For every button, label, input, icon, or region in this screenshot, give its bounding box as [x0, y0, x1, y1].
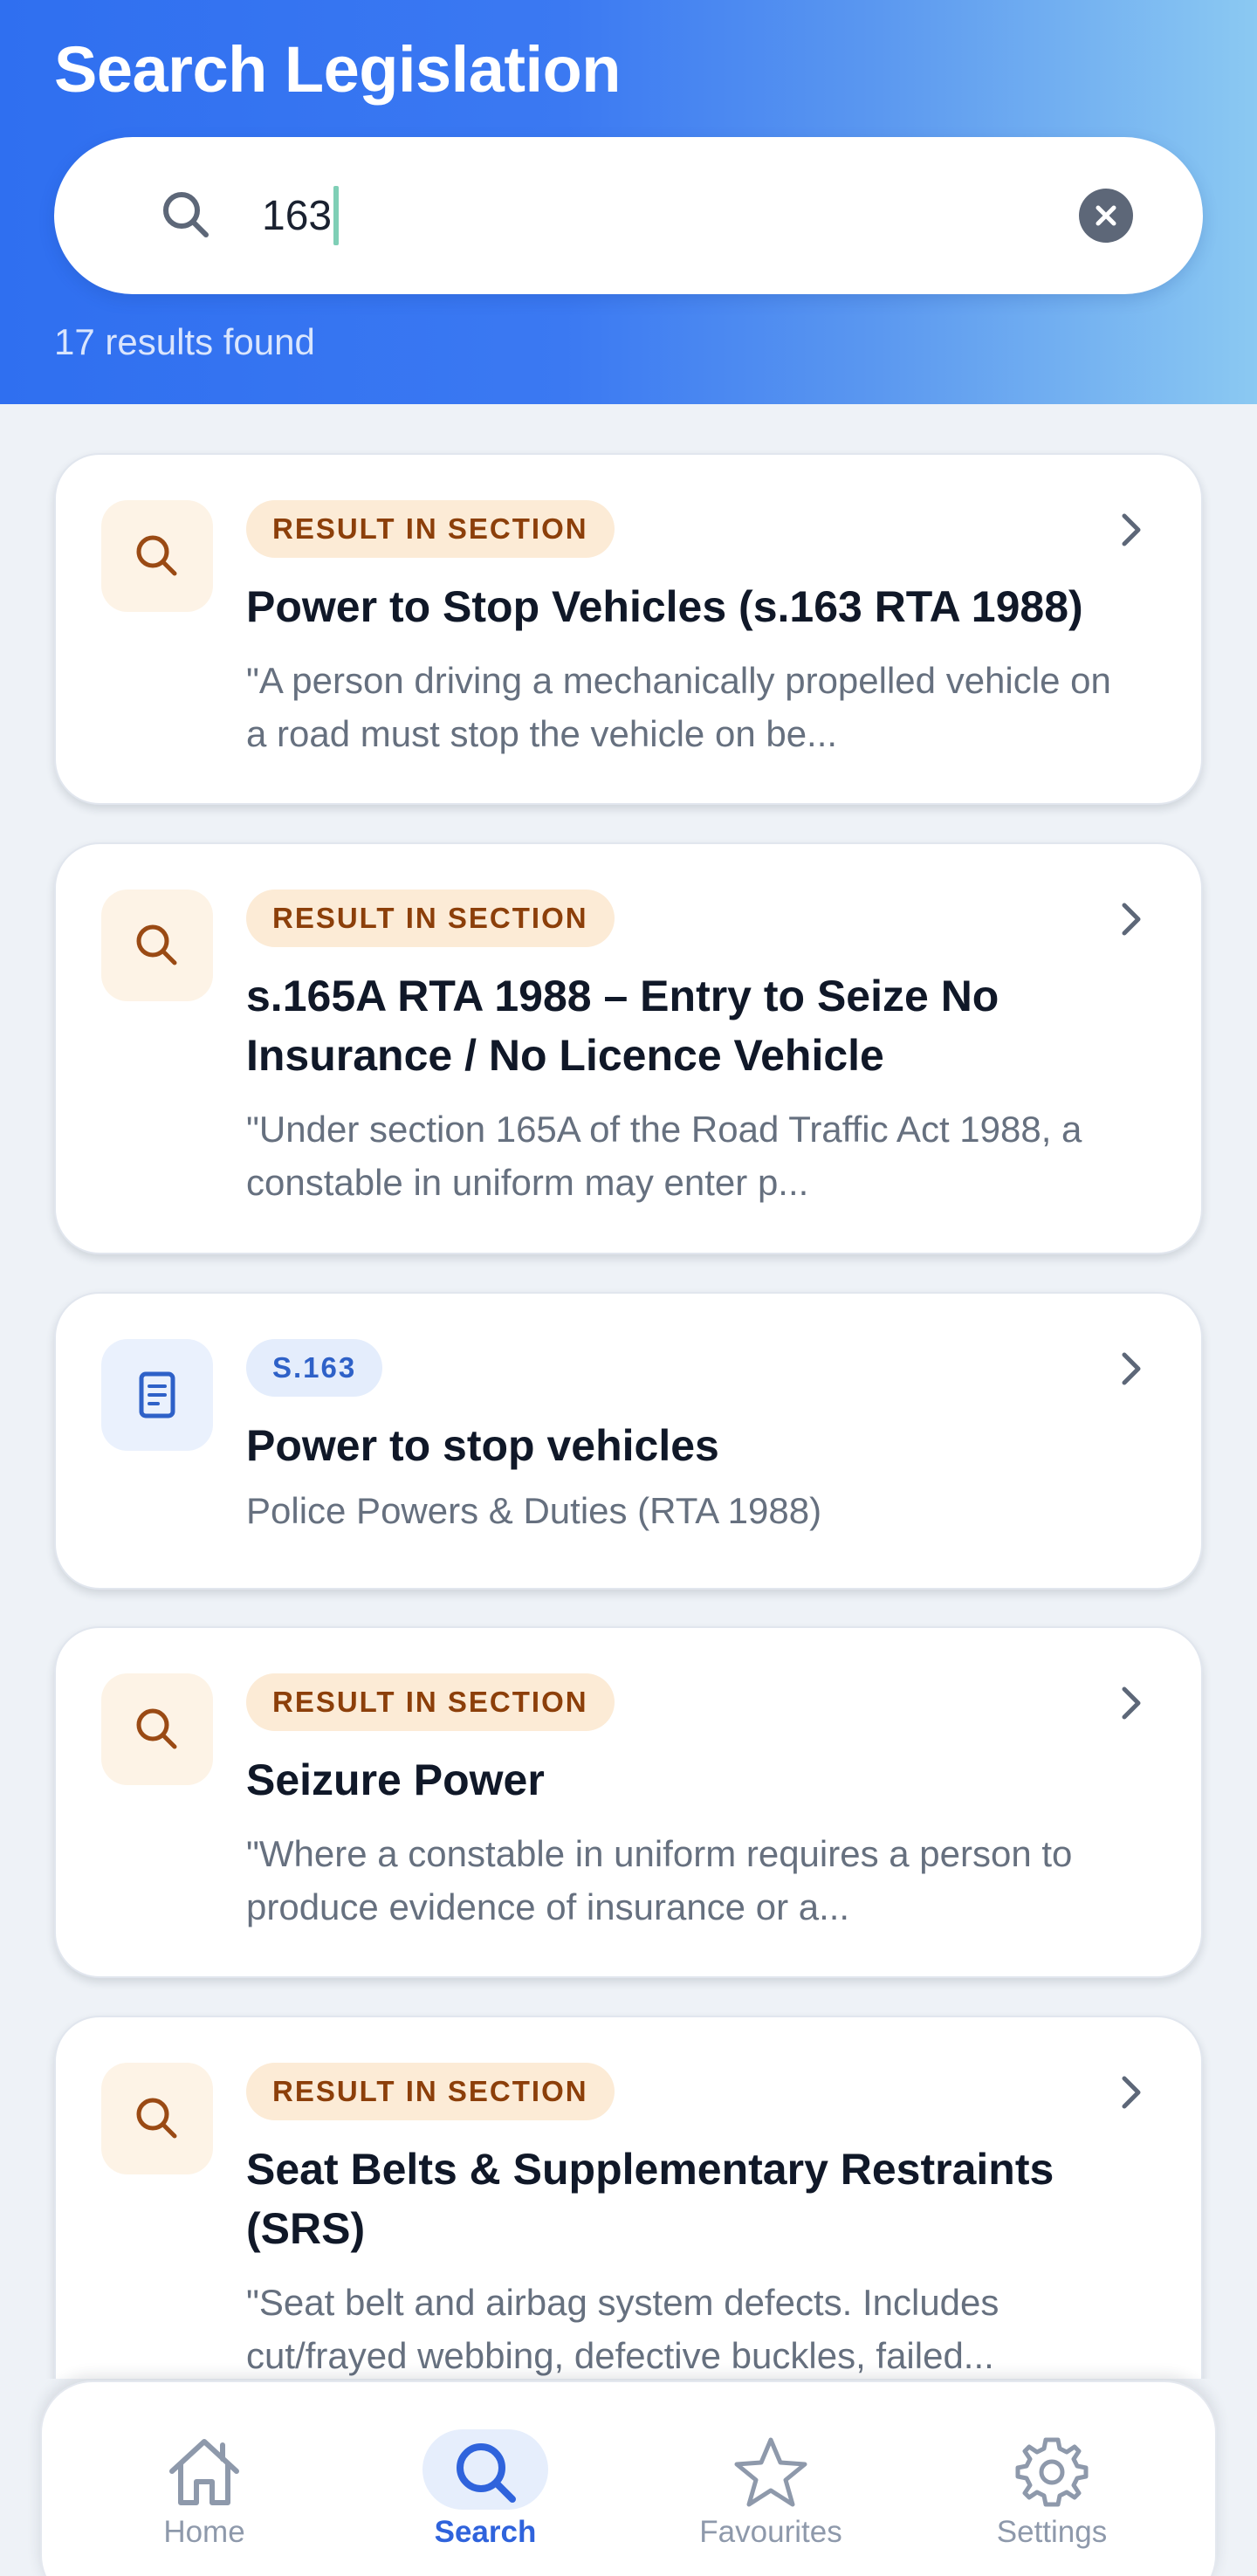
nav-label: Settings — [996, 2515, 1108, 2549]
result-card[interactable]: RESULT IN SECTION Power to Stop Vehicles… — [54, 453, 1203, 805]
result-badge: RESULT IN SECTION — [246, 500, 615, 558]
search-bar[interactable] — [54, 137, 1203, 294]
result-type-icon — [101, 1339, 213, 1451]
result-title: Seizure Power — [246, 1755, 545, 1804]
result-type-icon — [101, 890, 213, 1001]
result-snippet: "A person driving a mechanically propell… — [246, 660, 1111, 754]
result-snippet: "Under section 165A of the Road Traffic … — [246, 1109, 1082, 1203]
search-icon — [136, 535, 177, 576]
nav-label: Favourites — [699, 2515, 842, 2549]
gear-icon — [1015, 2437, 1089, 2507]
search-icon — [136, 924, 177, 965]
results-count: 17 results found — [54, 321, 315, 362]
text-caret — [333, 186, 339, 245]
nav-home[interactable]: Home — [100, 2382, 309, 2576]
nav-settings[interactable]: Settings — [947, 2382, 1157, 2576]
chevron-right-icon — [1122, 1352, 1141, 1385]
section-badge: S.163 — [246, 1339, 383, 1397]
clear-search-button[interactable] — [1079, 189, 1133, 243]
search-icon — [136, 2098, 177, 2139]
result-snippet: "Where a constable in uniform requires a… — [246, 1833, 1073, 1927]
result-title: Seat Belts & Supplementary Restraints (S… — [246, 2145, 1054, 2253]
home-icon — [169, 2439, 239, 2505]
chevron-right-icon — [1122, 2076, 1141, 2109]
result-badge: RESULT IN SECTION — [246, 1673, 615, 1731]
search-icon — [457, 2443, 516, 2503]
result-card[interactable]: RESULT IN SECTION Seat Belts & Supplemen… — [54, 2016, 1203, 2379]
search-icon — [136, 1708, 177, 1749]
chevron-right-icon — [1122, 1686, 1141, 1720]
nav-search[interactable]: Search — [381, 2382, 590, 2576]
search-input[interactable] — [262, 181, 1100, 251]
close-icon — [1096, 205, 1116, 226]
result-title: Power to stop vehicles — [246, 1421, 719, 1470]
results-list[interactable]: RESULT IN SECTION Power to Stop Vehicles… — [0, 404, 1257, 2379]
result-type-icon — [101, 1673, 213, 1785]
result-badge: RESULT IN SECTION — [246, 2063, 615, 2120]
document-icon — [139, 1371, 175, 1419]
result-badge: RESULT IN SECTION — [246, 890, 615, 947]
result-type-icon — [101, 500, 213, 612]
header: Search Legislation 17 results found — [0, 0, 1257, 404]
nav-label: Search — [434, 2515, 537, 2549]
result-title: Power to Stop Vehicles (s.163 RTA 1988) — [246, 582, 1083, 631]
result-card[interactable]: RESULT IN SECTION Seizure Power "Where a… — [54, 1626, 1203, 1978]
result-card[interactable]: RESULT IN SECTION s.165A RTA 1988 – Entr… — [54, 842, 1203, 1254]
result-card[interactable]: S.163 Power to stop vehicles Police Powe… — [54, 1292, 1203, 1590]
nav-favourites[interactable]: Favourites — [666, 2382, 876, 2576]
nav-label: Home — [163, 2515, 245, 2549]
result-snippet: "Seat belt and airbag system defects. In… — [246, 2282, 999, 2376]
result-type-icon — [101, 2063, 213, 2174]
bottom-nav: Home Search Favourites Settings — [40, 2380, 1217, 2576]
result-title: s.165A RTA 1988 – Entry to Seize No Insu… — [246, 972, 999, 1080]
star-icon — [734, 2437, 807, 2507]
chevron-right-icon — [1122, 513, 1141, 546]
chevron-right-icon — [1122, 903, 1141, 936]
app-screen: Search Legislation 17 results found — [0, 0, 1257, 2576]
search-icon — [157, 186, 216, 245]
result-subtitle: Police Powers & Duties (RTA 1988) — [246, 1490, 822, 1531]
page-title: Search Legislation — [54, 33, 621, 106]
